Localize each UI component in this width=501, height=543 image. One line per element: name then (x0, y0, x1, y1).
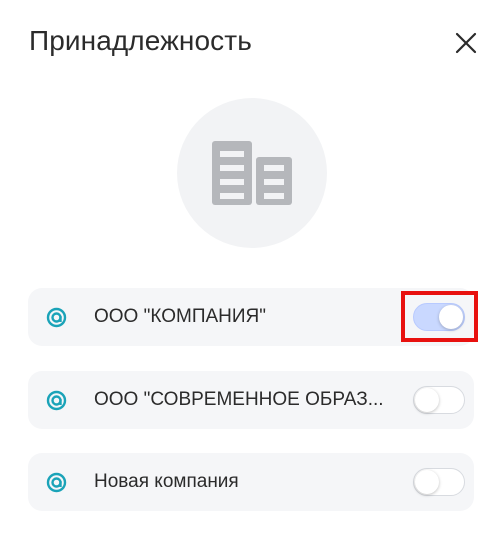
affiliation-dialog: Принадлежность ООО "КОМПАНИЯ" ООО "СОВРЕ… (0, 0, 501, 543)
close-button[interactable] (449, 26, 483, 60)
toggle-knob (439, 305, 463, 329)
company-row[interactable]: Новая компания (28, 453, 474, 511)
company-logo-icon (46, 390, 67, 411)
company-logo-icon (46, 472, 67, 493)
company-toggle[interactable] (413, 303, 465, 331)
company-toggle[interactable] (413, 386, 465, 414)
company-name: ООО "СОВРЕМЕННОЕ ОБРАЗ... (94, 389, 384, 410)
toggle-knob (415, 388, 439, 412)
close-icon (455, 32, 477, 54)
company-name: Новая компания (94, 471, 239, 492)
building-icon (212, 141, 292, 205)
company-toggle[interactable] (413, 468, 465, 496)
company-avatar (177, 98, 327, 248)
company-logo-icon (46, 307, 67, 328)
company-row[interactable]: ООО "КОМПАНИЯ" (28, 288, 474, 346)
company-row[interactable]: ООО "СОВРЕМЕННОЕ ОБРАЗ... (28, 371, 474, 429)
dialog-title: Принадлежность (29, 25, 252, 56)
company-name: ООО "КОМПАНИЯ" (94, 306, 266, 327)
toggle-knob (415, 470, 439, 494)
